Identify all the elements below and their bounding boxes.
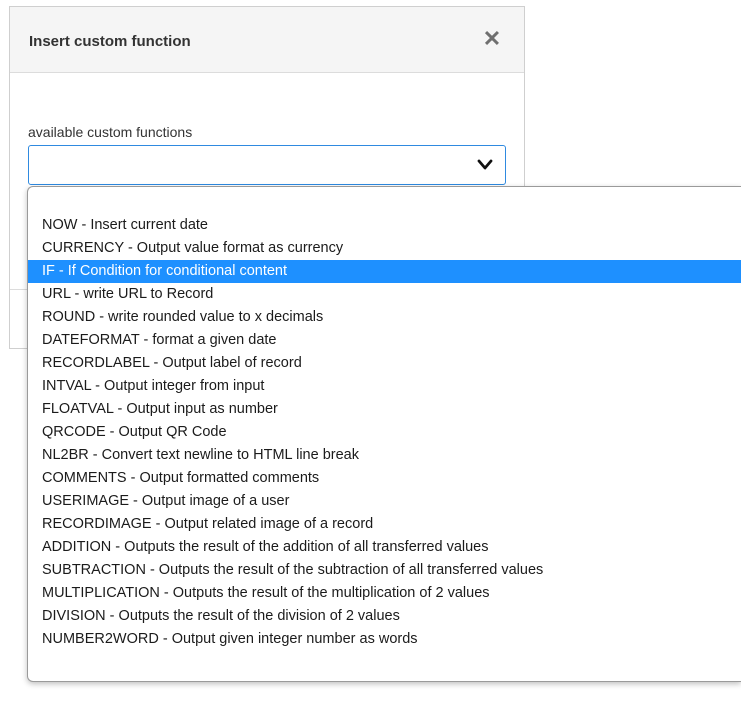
option-floatval[interactable]: FLOATVAL - Output input as number [28, 398, 741, 421]
option-division[interactable]: DIVISION - Outputs the result of the div… [28, 605, 741, 628]
dialog-title: Insert custom function [29, 33, 191, 50]
option-recordlabel[interactable]: RECORDLABEL - Output label of record [28, 352, 741, 375]
option-nl2br[interactable]: NL2BR - Convert text newline to HTML lin… [28, 444, 741, 467]
option-multiplication[interactable]: MULTIPLICATION - Outputs the result of t… [28, 582, 741, 605]
option-qrcode[interactable]: QRCODE - Output QR Code [28, 421, 741, 444]
custom-functions-select[interactable] [28, 145, 506, 185]
dialog-header: Insert custom function ✕ [10, 7, 524, 73]
option-recordimage[interactable]: RECORDIMAGE - Output related image of a … [28, 513, 741, 536]
option-url[interactable]: URL - write URL to Record [28, 283, 741, 306]
option-userimage[interactable]: USERIMAGE - Output image of a user [28, 490, 741, 513]
option-addition[interactable]: ADDITION - Outputs the result of the add… [28, 536, 741, 559]
option-dateformat[interactable]: DATEFORMAT - format a given date [28, 329, 741, 352]
option-round[interactable]: ROUND - write rounded value to x decimal… [28, 306, 741, 329]
option-subtraction[interactable]: SUBTRACTION - Outputs the result of the … [28, 559, 741, 582]
chevron-down-icon [477, 159, 493, 170]
close-icon[interactable]: ✕ [482, 27, 502, 51]
option-intval[interactable]: INTVAL - Output integer from input [28, 375, 741, 398]
custom-functions-label: available custom functions [28, 124, 193, 140]
option-currency[interactable]: CURRENCY - Output value format as curren… [28, 237, 741, 260]
option-now[interactable]: NOW - Insert current date [28, 214, 741, 237]
option-if[interactable]: IF - If Condition for conditional conten… [28, 260, 741, 283]
custom-functions-dropdown-list: NOW - Insert current date CURRENCY - Out… [27, 186, 741, 682]
option-comments[interactable]: COMMENTS - Output formatted comments [28, 467, 741, 490]
option-number2word[interactable]: NUMBER2WORD - Output given integer numbe… [28, 628, 741, 651]
